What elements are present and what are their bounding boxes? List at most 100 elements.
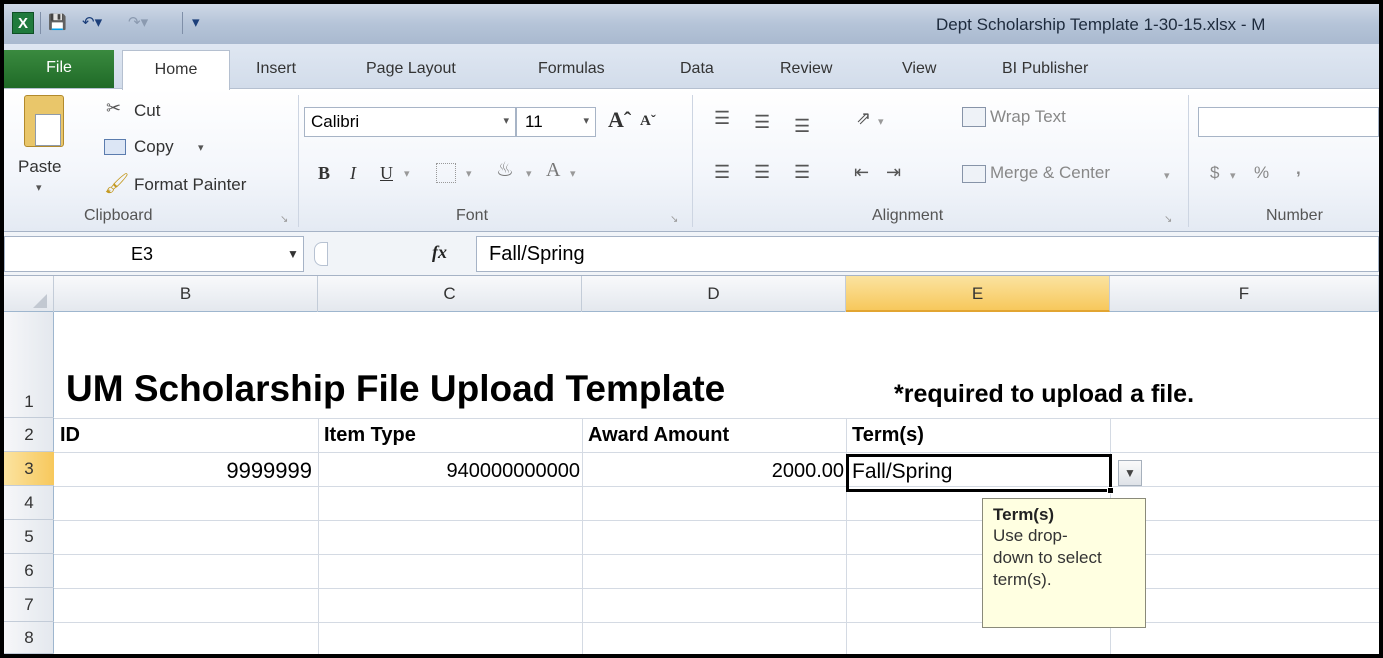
scissors-icon[interactable]: ✂	[106, 99, 121, 117]
excel-icon[interactable]: X	[12, 12, 34, 34]
customize-toolbar-icon[interactable]: ▾	[192, 13, 200, 33]
italic-icon[interactable]: I	[350, 163, 356, 184]
paste-icon[interactable]	[24, 95, 64, 147]
merge-center-icon[interactable]	[962, 165, 986, 183]
chevron-down-icon[interactable]: ▾	[583, 114, 589, 127]
column-header-b[interactable]: B	[54, 276, 318, 312]
align-middle-icon[interactable]: ☰	[754, 113, 770, 131]
tab-bi-publisher[interactable]: BI Publisher	[1002, 54, 1088, 84]
formula-input[interactable]: Fall/Spring	[476, 236, 1379, 272]
row-header-8[interactable]: 8	[4, 622, 54, 654]
align-center-icon[interactable]: ☰	[754, 163, 770, 181]
font-color-icon[interactable]: A	[546, 159, 560, 182]
align-bottom-icon[interactable]: ☰	[794, 117, 810, 135]
redo-icon[interactable]: ↷▾	[128, 13, 148, 33]
chevron-down-icon[interactable]: ▾	[878, 113, 884, 131]
underline-icon[interactable]: U	[380, 163, 393, 184]
header-item-type[interactable]: Item Type	[324, 424, 416, 447]
copy-button[interactable]: Copy	[134, 137, 174, 157]
dropdown-button[interactable]: ▼	[1118, 460, 1142, 486]
row-header-4[interactable]: 4	[4, 486, 54, 520]
chevron-down-icon[interactable]: ▾	[198, 139, 204, 157]
save-icon[interactable]: 💾	[48, 13, 67, 33]
sheet-title[interactable]: UM Scholarship File Upload Template	[66, 368, 725, 410]
align-top-icon[interactable]: ☰	[714, 109, 730, 127]
dialog-launcher-icon[interactable]: ↘	[670, 211, 678, 229]
chevron-down-icon[interactable]: ▾	[404, 165, 410, 183]
fill-handle[interactable]	[1107, 487, 1114, 494]
row-header-7[interactable]: 7	[4, 588, 54, 622]
formula-bar-resize-handle[interactable]	[314, 242, 328, 266]
name-box[interactable]: E3 ▼	[4, 236, 304, 272]
header-terms[interactable]: Term(s)	[852, 424, 924, 447]
gridline	[54, 554, 1379, 555]
tab-file[interactable]: File	[4, 50, 114, 88]
cell-award-amount[interactable]: 2000.00	[582, 460, 844, 483]
currency-button[interactable]: $	[1210, 163, 1219, 183]
select-all-corner[interactable]	[4, 276, 54, 312]
formula-bar: E3 ▼ fx Fall/Spring	[4, 232, 1379, 276]
column-header-f[interactable]: F	[1110, 276, 1379, 312]
orientation-icon[interactable]: ⇗	[856, 109, 871, 127]
tab-view[interactable]: View	[902, 54, 936, 84]
row-header-6[interactable]: 6	[4, 554, 54, 588]
align-right-icon[interactable]: ☰	[794, 163, 810, 181]
chevron-down-icon[interactable]: ▾	[503, 114, 509, 127]
insert-function-icon[interactable]: fx	[432, 242, 447, 263]
column-header-e[interactable]: E	[846, 276, 1110, 312]
header-id[interactable]: ID	[60, 424, 80, 447]
align-left-icon[interactable]: ☰	[714, 163, 730, 181]
wrap-text-icon[interactable]	[962, 107, 986, 127]
gridline	[54, 452, 1379, 453]
tab-page-layout[interactable]: Page Layout	[366, 54, 456, 84]
wrap-text-button[interactable]: Wrap Text	[990, 107, 1066, 127]
undo-icon[interactable]: ↶▾	[82, 13, 102, 33]
font-family-select[interactable]: Calibri ▾	[304, 107, 516, 137]
chevron-down-icon[interactable]: ▾	[36, 179, 42, 197]
format-painter-button[interactable]: Format Painter	[134, 175, 246, 195]
merge-center-button[interactable]: Merge & Center	[990, 163, 1110, 183]
chevron-down-icon[interactable]: ▾	[1164, 167, 1170, 185]
column-header-c[interactable]: C	[318, 276, 582, 312]
row-header-5[interactable]: 5	[4, 520, 54, 554]
chevron-down-icon[interactable]: ▼	[287, 247, 299, 261]
gridline	[54, 520, 1379, 521]
column-header-d[interactable]: D	[582, 276, 846, 312]
cell-item-type[interactable]: 940000000000	[318, 460, 580, 483]
borders-icon[interactable]	[436, 163, 456, 183]
number-format-select[interactable]	[1198, 107, 1379, 137]
paste-button[interactable]: Paste	[18, 157, 61, 177]
grow-font-icon[interactable]: Aˆ	[608, 107, 631, 133]
bold-icon[interactable]: B	[318, 163, 330, 184]
row-header-1[interactable]: 1	[4, 312, 54, 418]
ribbon: Paste ▾ ✂ Cut Copy ▾ 🖌 Format Painter Cl…	[4, 88, 1379, 232]
percent-button[interactable]: %	[1254, 163, 1269, 183]
tab-formulas[interactable]: Formulas	[538, 54, 605, 84]
tab-insert[interactable]: Insert	[256, 54, 296, 84]
dialog-launcher-icon[interactable]: ↘	[1164, 211, 1172, 229]
increase-indent-icon[interactable]: ⇥	[886, 163, 901, 181]
copy-icon[interactable]	[104, 139, 126, 155]
cell-id[interactable]: 9999999	[54, 458, 312, 484]
brush-icon[interactable]: 🖌	[104, 174, 129, 194]
fill-color-icon[interactable]: ♨	[496, 160, 514, 180]
dialog-launcher-icon[interactable]: ↘	[280, 211, 288, 229]
chevron-down-icon[interactable]: ▾	[526, 165, 532, 183]
tab-data[interactable]: Data	[680, 54, 714, 84]
shrink-font-icon[interactable]: Aˇ	[640, 113, 656, 130]
chevron-down-icon[interactable]: ▾	[466, 165, 472, 183]
decrease-indent-icon[interactable]: ⇤	[854, 163, 869, 181]
row-header-2[interactable]: 2	[4, 418, 54, 452]
chevron-down-icon[interactable]: ▾	[1230, 167, 1236, 185]
font-size-select[interactable]: 11 ▾	[516, 107, 596, 137]
tab-home[interactable]: Home	[122, 50, 230, 90]
font-family-value: Calibri	[311, 112, 360, 131]
cut-button[interactable]: Cut	[134, 101, 160, 121]
comma-button[interactable]: ,	[1296, 159, 1301, 179]
header-award-amount[interactable]: Award Amount	[588, 424, 729, 447]
sheet-grid[interactable]: UM Scholarship File Upload Template *req…	[54, 312, 1379, 654]
required-note[interactable]: *required to upload a file.	[894, 380, 1194, 409]
chevron-down-icon[interactable]: ▾	[570, 165, 576, 183]
row-header-3[interactable]: 3	[4, 452, 54, 486]
tab-review[interactable]: Review	[780, 54, 832, 84]
